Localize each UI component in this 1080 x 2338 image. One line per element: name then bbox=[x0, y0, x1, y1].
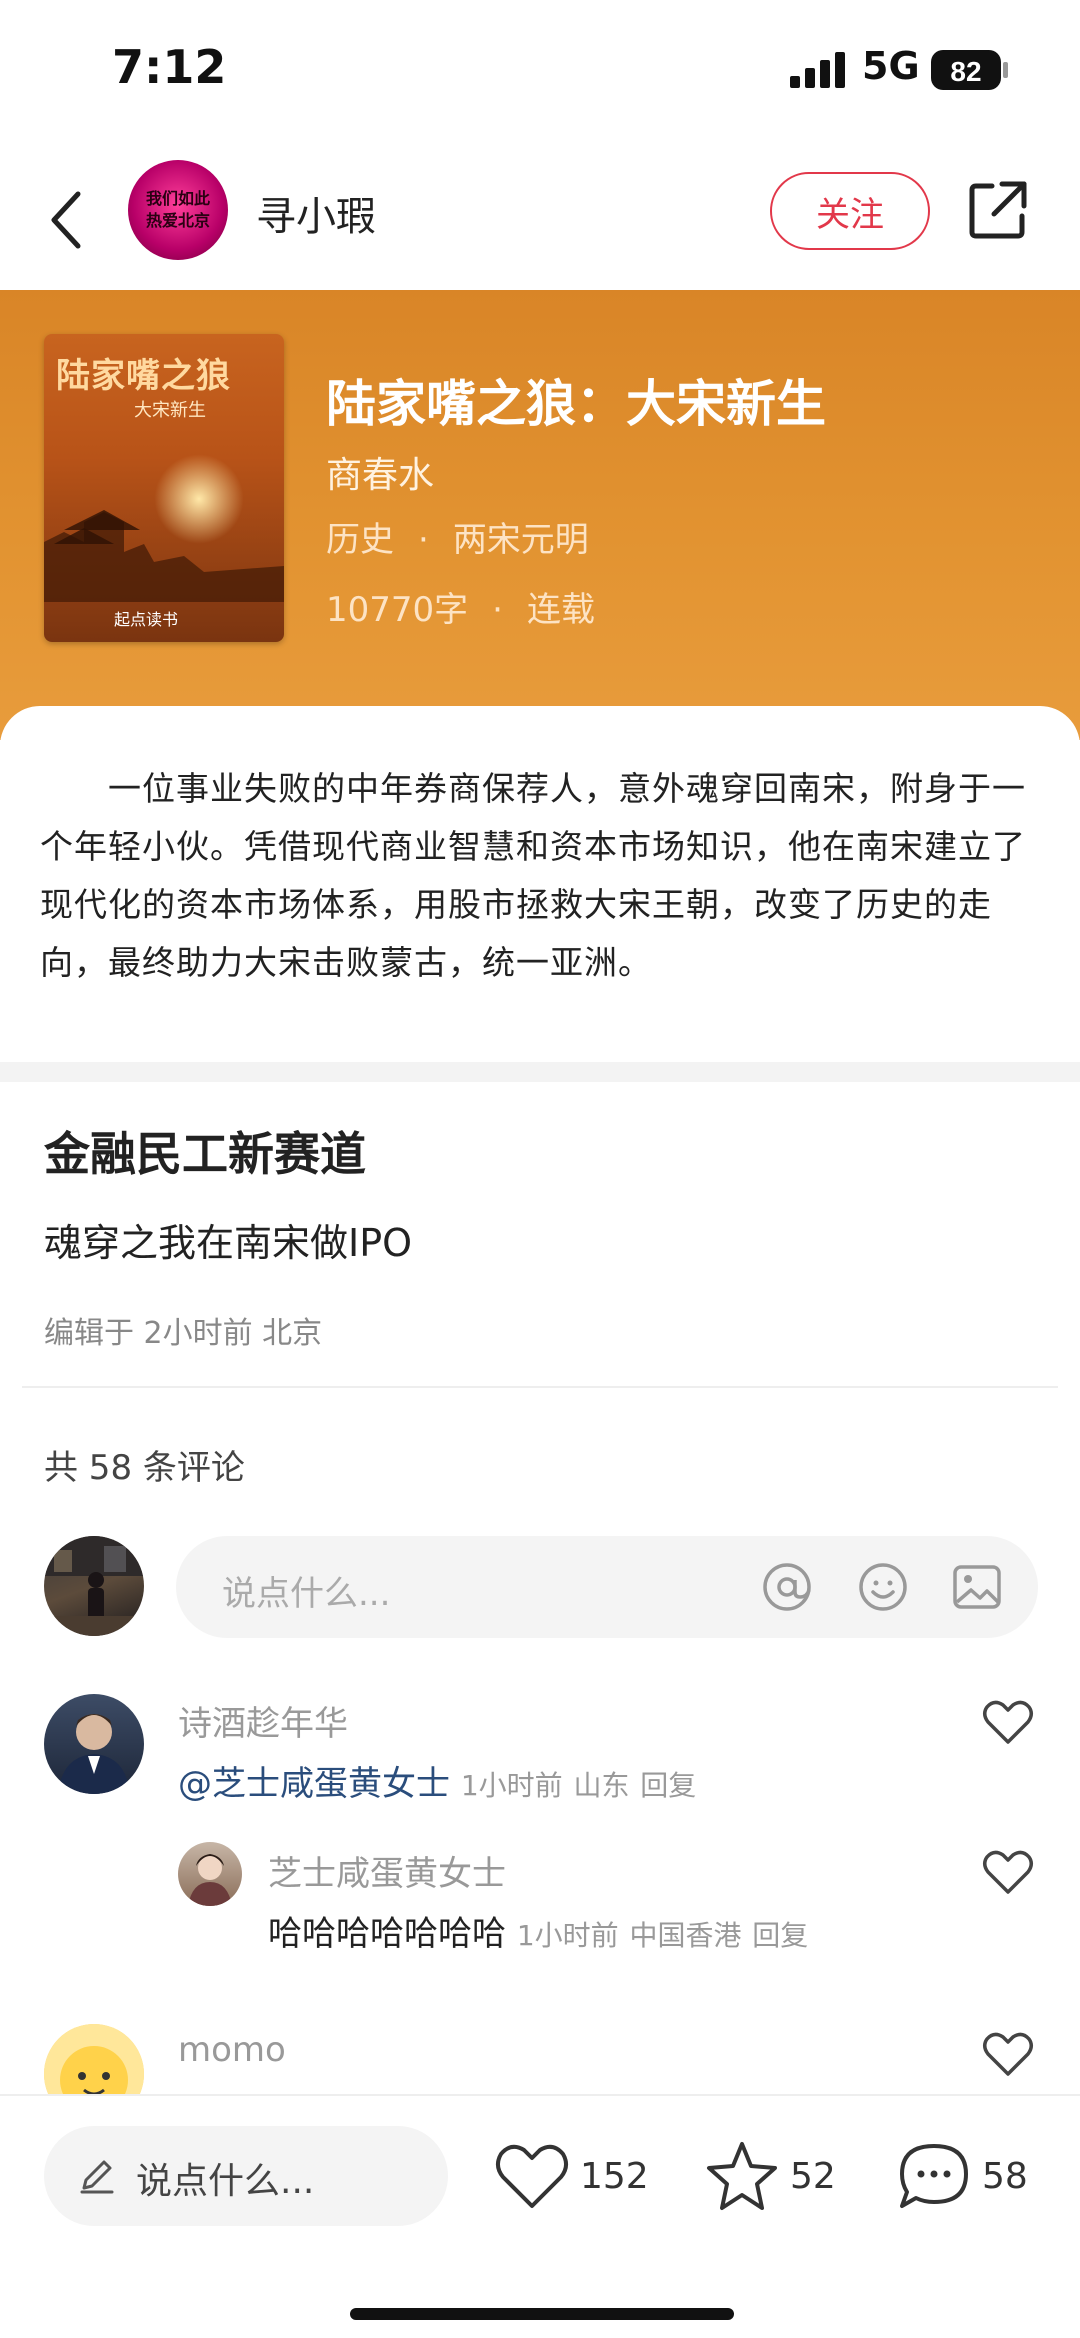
share-icon[interactable] bbox=[966, 178, 1030, 242]
comment-input-placeholder: 说点什么... bbox=[222, 1574, 391, 1614]
favorite-count: 52 bbox=[790, 2155, 836, 2197]
book-title: 陆家嘴之狼：大宋新生 bbox=[326, 375, 826, 433]
author-avatar[interactable]: 我们如此 热爱北京 bbox=[128, 160, 228, 260]
author-name[interactable]: 寻小瑕 bbox=[256, 184, 376, 242]
avatar-figure bbox=[188, 1854, 232, 1906]
book-author: 商春水 bbox=[326, 455, 435, 496]
reply-link[interactable]: 回复 bbox=[640, 1769, 696, 1802]
comment-body: 哈哈哈哈哈哈哈 1小时前 中国香港 回复 bbox=[268, 1906, 808, 1955]
avatar-figure bbox=[44, 1536, 144, 1636]
reply-link[interactable]: 回复 bbox=[752, 1919, 808, 1952]
comments-count: 共 58 条评论 bbox=[44, 1448, 245, 1488]
cover-building-art bbox=[44, 510, 284, 602]
book-category: 历史 · 两宋元明 bbox=[326, 512, 589, 561]
chat-icon bbox=[900, 2144, 968, 2208]
category: 历史 bbox=[326, 520, 394, 560]
book-description: 一位事业失败的中年券商保荐人，意外魂穿回南宋，附身于一个年轻小伙。凭借现代商业智… bbox=[40, 769, 1026, 982]
comment-input[interactable]: 说点什么... bbox=[176, 1536, 1038, 1638]
emoji-icon[interactable] bbox=[856, 1560, 910, 1614]
pen-icon bbox=[80, 2160, 114, 2194]
battery-level: 82 bbox=[950, 56, 981, 87]
back-icon[interactable] bbox=[44, 180, 94, 260]
comment-location: 中国香港 bbox=[629, 1919, 742, 1952]
comment-time: 1小时前 bbox=[516, 1919, 619, 1952]
star-icon bbox=[707, 2142, 777, 2210]
bottom-input-placeholder: 说点什么... bbox=[136, 2161, 315, 2202]
comment-time: 1小时前 bbox=[460, 1769, 563, 1802]
comment-text: 哈哈哈哈哈哈哈 bbox=[268, 1914, 506, 1954]
heart-icon[interactable] bbox=[982, 1698, 1034, 1746]
serial-status: 连载 bbox=[526, 590, 595, 630]
post-title: 金融民工新赛道 bbox=[44, 1127, 366, 1181]
separator: · bbox=[418, 520, 429, 560]
book-cover[interactable]: 陆家嘴之狼 大宋新生 起点读书 bbox=[44, 334, 284, 642]
divider bbox=[22, 1386, 1058, 1388]
separator: · bbox=[492, 590, 503, 630]
follow-button[interactable]: 关注 bbox=[770, 172, 930, 250]
battery-icon: 82 bbox=[931, 50, 1008, 90]
bottom-action-bar: 说点什么... 152 52 58 bbox=[0, 2094, 1080, 2338]
comment-button[interactable]: 58 bbox=[896, 2136, 1028, 2216]
heart-icon[interactable] bbox=[982, 2030, 1034, 2078]
comment-username[interactable]: 芝士咸蛋黄女士 bbox=[268, 1846, 506, 1895]
comment-body: @芝士咸蛋黄女士 1小时前 山东 回复 bbox=[178, 1756, 696, 1805]
status-time: 7:12 bbox=[112, 40, 227, 94]
book-banner[interactable]: 陆家嘴之狼 大宋新生 起点读书 陆家嘴之狼：大宋新生 商春水 历史 · 两宋元明 1… bbox=[0, 290, 1080, 740]
commenter-avatar[interactable] bbox=[44, 1694, 144, 1794]
bottom-comment-input[interactable]: 说点什么... bbox=[44, 2126, 448, 2226]
subcategory: 两宋元明 bbox=[452, 520, 589, 560]
comment-location: 山东 bbox=[573, 1769, 630, 1802]
post-meta: 编辑于 2小时前 北京 bbox=[44, 1316, 323, 1351]
at-icon[interactable] bbox=[760, 1560, 814, 1614]
network-type: 5G bbox=[862, 44, 920, 88]
like-count: 152 bbox=[580, 2155, 649, 2197]
heart-icon bbox=[496, 2144, 568, 2208]
cover-title: 陆家嘴之狼 bbox=[56, 356, 231, 396]
cover-publisher: 起点读书 bbox=[114, 610, 179, 629]
status-bar: 7:12 5G 82 bbox=[0, 0, 1080, 140]
comment-username[interactable]: momo bbox=[178, 2030, 286, 2070]
home-indicator bbox=[350, 2308, 734, 2320]
top-nav: 我们如此 热爱北京 寻小瑕 关注 bbox=[0, 150, 1080, 290]
avatar-figure bbox=[58, 1714, 130, 1794]
comment-count: 58 bbox=[982, 2155, 1028, 2197]
favorite-button[interactable]: 52 bbox=[704, 2136, 836, 2216]
book-stats: 10770字 · 连载 bbox=[326, 582, 595, 631]
description-card: 一位事业失败的中年券商保荐人，意外魂穿回南宋，附身于一个年轻小伙。凭借现代商业智… bbox=[0, 706, 1080, 1062]
commenter-avatar[interactable] bbox=[178, 1842, 242, 1906]
like-button[interactable]: 152 bbox=[494, 2136, 649, 2216]
section-divider bbox=[0, 1062, 1080, 1082]
signal-icon bbox=[790, 52, 845, 88]
avatar-text-1: 我们如此 bbox=[145, 189, 210, 208]
cover-subtitle: 大宋新生 bbox=[134, 400, 206, 421]
comment-mention[interactable]: @芝士咸蛋黄女士 bbox=[178, 1764, 450, 1804]
image-icon[interactable] bbox=[950, 1560, 1004, 1614]
my-avatar bbox=[44, 1536, 144, 1636]
post-body: 魂穿之我在南宋做IPO bbox=[44, 1221, 413, 1265]
heart-icon[interactable] bbox=[982, 1848, 1034, 1896]
avatar-text-2: 热爱北京 bbox=[145, 211, 210, 230]
comment-username[interactable]: 诗酒趁年华 bbox=[178, 1696, 348, 1745]
word-count: 10770字 bbox=[326, 590, 469, 630]
